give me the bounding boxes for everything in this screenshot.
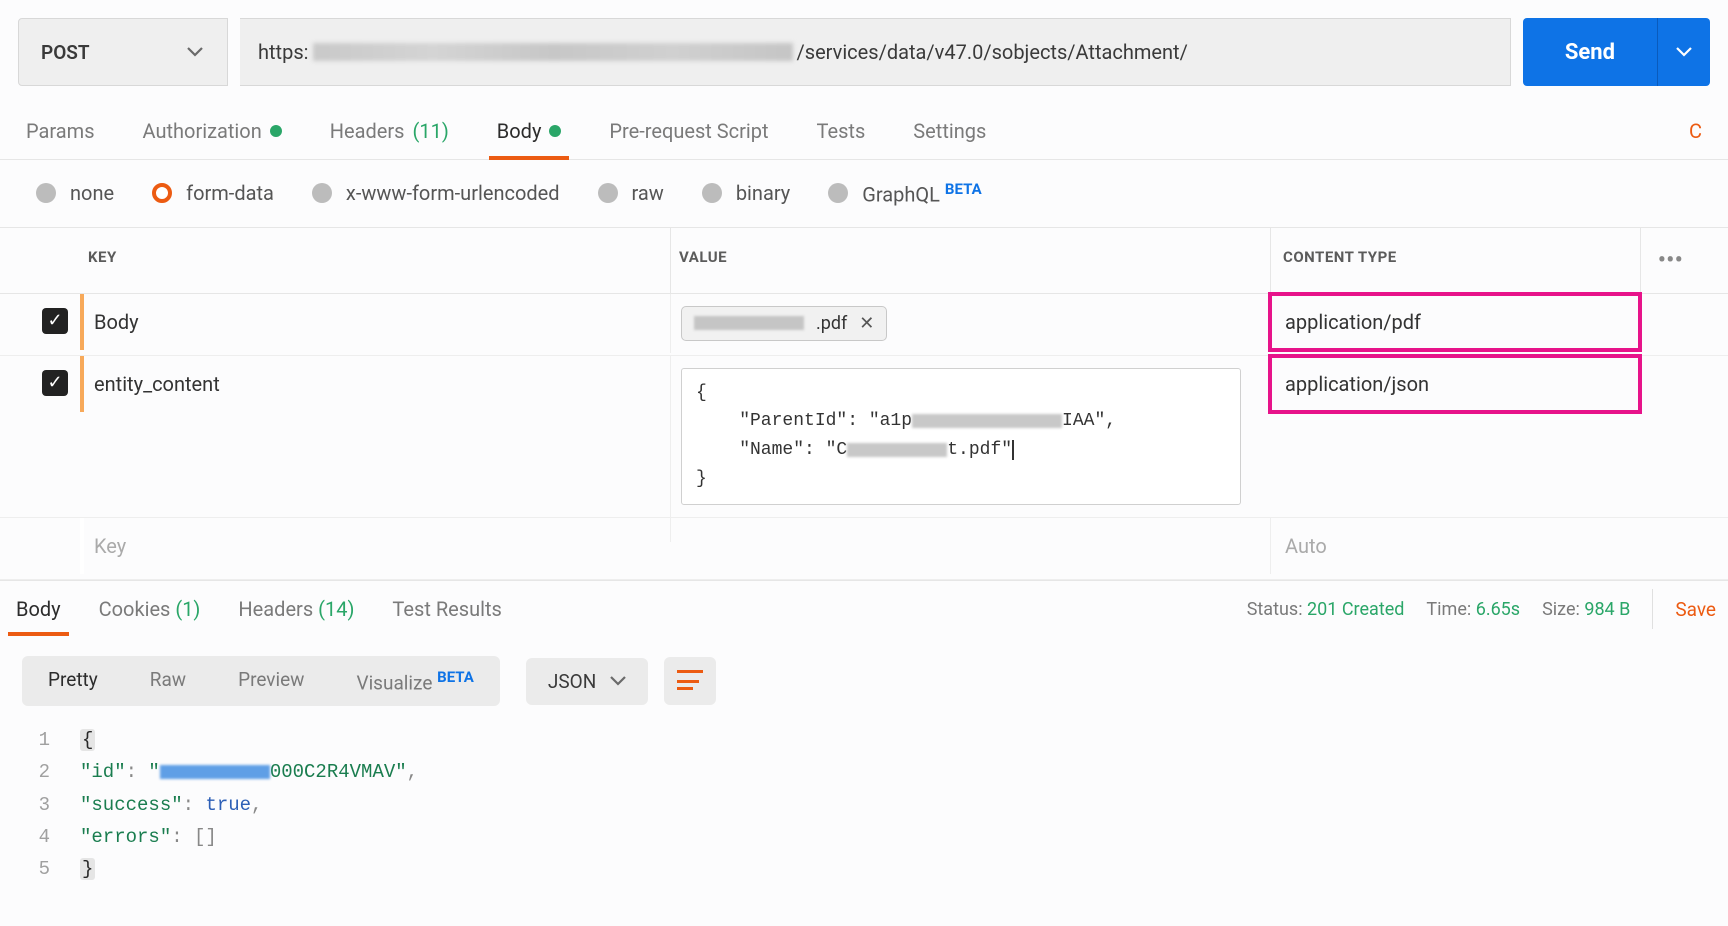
response-body-code: 1 2 3 4 5 { "id": "000C2R4VMAV", "succes…	[0, 724, 1728, 925]
response-view-bar: Pretty Raw Preview Visualize BETA JSON	[0, 638, 1728, 724]
response-tab-cookies[interactable]: Cookies (1)	[95, 583, 205, 635]
tab-body[interactable]: Body	[497, 119, 562, 159]
http-method-select[interactable]: POST	[18, 18, 228, 86]
body-type-row: none form-data x-www-form-urlencoded raw…	[0, 160, 1728, 228]
row-enabled-checkbox[interactable]: ✓	[42, 308, 68, 334]
file-attachment-chip[interactable]: .pdf ✕	[681, 306, 887, 341]
request-tabs: Params Authorization Headers (11) Body P…	[0, 104, 1728, 160]
truncated-indicator: C	[1689, 119, 1702, 159]
body-type-none[interactable]: none	[36, 181, 114, 205]
radio-icon	[598, 183, 618, 203]
save-response-button[interactable]: Save	[1675, 598, 1716, 621]
send-button[interactable]: Send	[1523, 18, 1657, 86]
form-data-table-header: KEY VALUE CONTENT TYPE •••	[0, 228, 1728, 294]
remove-file-icon[interactable]: ✕	[859, 313, 874, 334]
status-dot-icon	[549, 125, 561, 137]
response-bar: Body Cookies (1) Headers (14) Test Resul…	[0, 580, 1728, 638]
view-mode-segment: Pretty Raw Preview Visualize BETA	[22, 656, 500, 706]
code-body[interactable]: { "id": "000C2R4VMAV", "success": true, …	[80, 724, 418, 885]
url-input[interactable]: https: /services/data/v47.0/sobjects/Att…	[240, 18, 1511, 86]
form-data-row-new: Key Auto	[0, 518, 1728, 580]
column-value: VALUE	[670, 228, 1270, 293]
radio-icon	[828, 183, 848, 203]
format-select[interactable]: JSON	[526, 658, 648, 705]
body-type-xwww[interactable]: x-www-form-urlencoded	[312, 181, 560, 205]
response-tab-test-results[interactable]: Test Results	[388, 583, 505, 635]
tab-authorization[interactable]: Authorization	[143, 119, 282, 159]
view-raw[interactable]: Raw	[124, 656, 212, 706]
redacted	[912, 414, 1062, 428]
row-value-textarea[interactable]: { "ParentId": "a1pIAA", "Name": "Ct.pdf"…	[681, 368, 1241, 505]
status-dot-icon	[270, 125, 282, 137]
radio-icon	[312, 183, 332, 203]
redacted	[847, 443, 947, 457]
tab-params[interactable]: Params	[26, 119, 95, 159]
url-suffix: /services/data/v47.0/sobjects/Attachment…	[797, 40, 1188, 64]
body-type-raw[interactable]: raw	[598, 181, 664, 205]
chevron-down-icon	[1676, 47, 1692, 57]
form-data-row: ✓ entity_content { "ParentId": "a1pIAA",…	[0, 356, 1728, 518]
wrap-lines-button[interactable]	[664, 657, 716, 705]
radio-icon	[36, 183, 56, 203]
form-data-row: ✓ Body .pdf ✕ application/pdf	[0, 294, 1728, 356]
view-preview[interactable]: Preview	[212, 656, 330, 706]
size-label: Size: 984 B	[1542, 599, 1630, 620]
row-enabled-checkbox[interactable]: ✓	[42, 370, 68, 396]
radio-icon	[702, 183, 722, 203]
response-tab-headers[interactable]: Headers (14)	[234, 583, 358, 635]
row-key-input[interactable]: Body	[80, 294, 670, 350]
wrap-lines-icon	[677, 670, 703, 692]
send-dropdown-button[interactable]	[1657, 18, 1710, 86]
tab-pre-request[interactable]: Pre-request Script	[609, 119, 768, 159]
response-tab-body[interactable]: Body	[12, 583, 65, 635]
row-key-input[interactable]: entity_content	[80, 356, 670, 412]
tab-headers[interactable]: Headers (11)	[330, 119, 449, 159]
view-visualize[interactable]: Visualize BETA	[330, 656, 499, 706]
row-content-type[interactable]: application/json	[1270, 356, 1640, 412]
http-method-value: POST	[41, 41, 90, 64]
row-content-type[interactable]: application/pdf	[1270, 294, 1640, 350]
file-name-redacted	[694, 316, 804, 330]
body-type-binary[interactable]: binary	[702, 181, 790, 205]
url-prefix: https:	[258, 40, 309, 64]
time-label: Time: 6.65s	[1426, 599, 1520, 620]
redacted	[160, 765, 270, 779]
tab-tests[interactable]: Tests	[817, 119, 866, 159]
new-key-input[interactable]: Key	[80, 518, 670, 574]
body-type-form-data[interactable]: form-data	[152, 181, 274, 205]
url-redacted	[313, 43, 793, 61]
send-button-group: Send	[1523, 18, 1710, 86]
status-label: Status: 201 Created	[1247, 599, 1405, 620]
column-key: KEY	[80, 228, 670, 293]
tab-settings[interactable]: Settings	[913, 119, 986, 159]
new-type-input[interactable]: Auto	[1270, 518, 1640, 574]
request-bar: POST https: /services/data/v47.0/sobject…	[0, 0, 1728, 104]
column-content-type: CONTENT TYPE	[1270, 228, 1640, 293]
radio-icon	[152, 183, 172, 203]
view-pretty[interactable]: Pretty	[22, 656, 124, 706]
more-columns-button[interactable]: •••	[1640, 228, 1700, 293]
body-type-graphql[interactable]: GraphQL BETA	[828, 180, 981, 207]
line-gutter: 1 2 3 4 5	[22, 724, 80, 885]
chevron-down-icon	[610, 676, 626, 686]
chevron-down-icon	[187, 47, 203, 57]
